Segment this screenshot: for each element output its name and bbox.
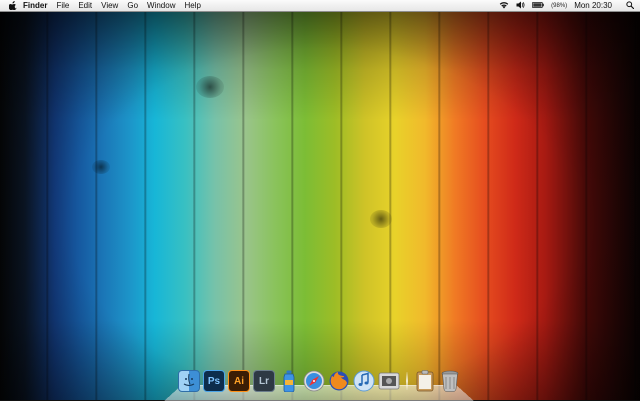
water-bottle-icon[interactable] <box>278 370 300 392</box>
menu-view[interactable]: View <box>101 0 118 11</box>
menubar-clock[interactable]: Mon 20:30 <box>574 1 612 10</box>
finder-icon[interactable] <box>178 370 200 392</box>
dock-separator <box>406 372 408 390</box>
menu-edit[interactable]: Edit <box>78 0 92 11</box>
lightroom-icon[interactable]: Lr <box>253 370 275 392</box>
illustrator-icon[interactable]: Ai <box>228 370 250 392</box>
spotlight-search-icon[interactable] <box>626 0 635 11</box>
menu-window[interactable]: Window <box>147 0 175 11</box>
itunes-note-icon[interactable] <box>353 370 375 392</box>
battery-icon[interactable] <box>532 1 544 10</box>
wallpaper-vignette <box>0 0 640 400</box>
lightroom-icon-label: Lr <box>259 375 269 387</box>
photoshop-icon-label: Ps <box>207 375 221 387</box>
trash-icon[interactable] <box>439 370 461 392</box>
preview-icon[interactable] <box>378 370 400 392</box>
firefox-icon[interactable] <box>328 370 350 392</box>
status-area: (98%) Mon 20:30 <box>492 0 640 11</box>
menu-app-finder[interactable]: Finder <box>23 0 47 11</box>
safari-compass-icon[interactable] <box>303 370 325 392</box>
menu-file[interactable]: File <box>56 0 69 11</box>
clipboard-icon[interactable] <box>414 370 436 392</box>
dock: Ps Ai Lr <box>178 368 464 392</box>
photoshop-icon[interactable]: Ps <box>203 370 225 392</box>
menu-bar: Finder File Edit View Go Window Help (98… <box>0 0 640 12</box>
volume-icon[interactable] <box>516 1 525 11</box>
illustrator-icon-label: Ai <box>234 375 244 387</box>
menu-go[interactable]: Go <box>127 0 138 11</box>
battery-percent: (98%) <box>551 2 568 9</box>
apple-logo-icon[interactable] <box>9 1 17 10</box>
menu-help[interactable]: Help <box>184 0 200 11</box>
wifi-icon[interactable] <box>499 1 509 11</box>
